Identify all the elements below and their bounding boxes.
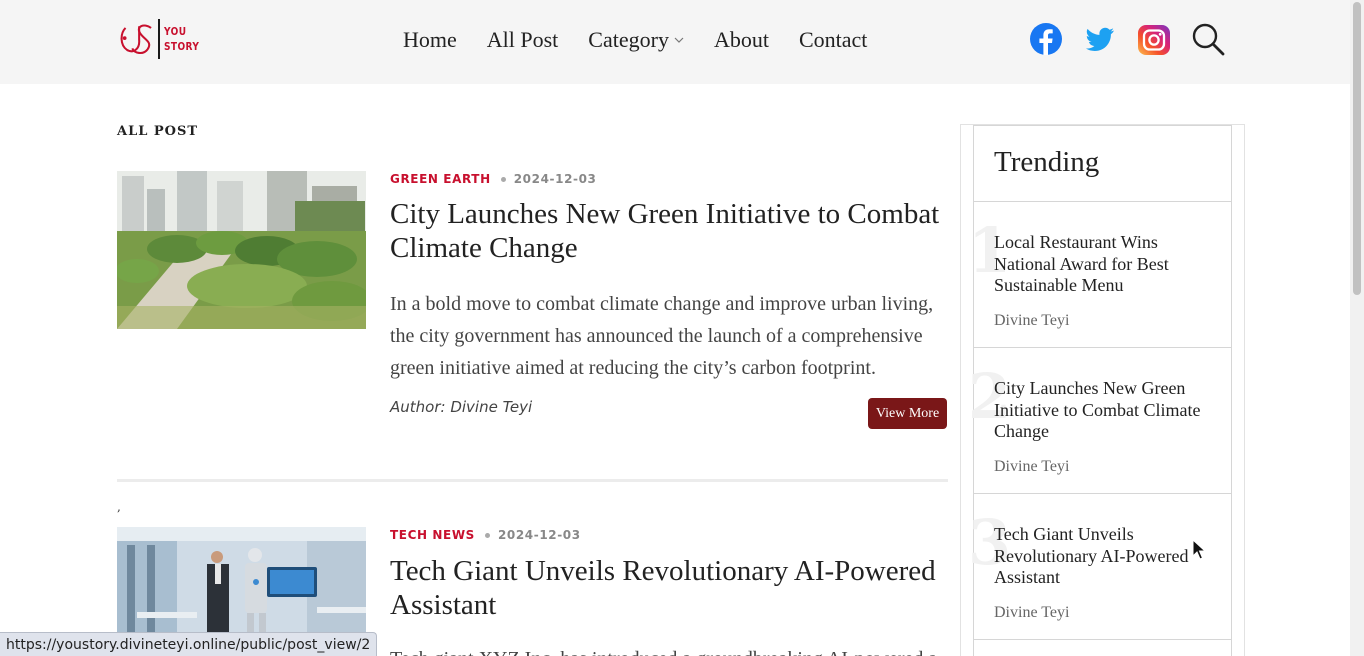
stray-mark: , <box>117 500 121 514</box>
view-more-button[interactable]: View More <box>868 398 947 429</box>
trending-title[interactable]: City Launches New Green Initiative to Co… <box>994 378 1209 443</box>
section-title: ALL POST <box>117 124 199 139</box>
post-category[interactable]: TECH NEWS <box>390 528 475 542</box>
trending-title[interactable]: Local Restaurant Wins National Award for… <box>994 232 1209 297</box>
nav-category[interactable]: Category <box>588 27 684 53</box>
meta-dot <box>484 532 490 538</box>
mouse-cursor-icon <box>1192 539 1206 560</box>
social-links <box>1029 22 1225 56</box>
twitter-icon[interactable] <box>1083 22 1117 56</box>
link-status-bar: https://youstory.divineteyi.online/publi… <box>0 632 378 656</box>
post-excerpt: Tech giant XYZ Inc. has introduced a gro… <box>390 643 935 656</box>
nav-category-label: Category <box>588 27 669 52</box>
post-author: Author: Divine Teyi <box>390 398 533 416</box>
post-thumbnail-ai-assistant[interactable] <box>117 527 366 637</box>
trending-author: Divine Teyi <box>994 458 1070 475</box>
trending-author: Divine Teyi <box>994 312 1070 329</box>
post-meta: GREEN EARTH 2024-12-03 <box>390 172 597 186</box>
post-excerpt: In a bold move to combat climate change … <box>390 293 934 379</box>
scrollbar-thumb[interactable] <box>1353 2 1361 295</box>
logo-divider <box>158 19 160 59</box>
trending-item[interactable]: 3 Tech Giant Unveils Revolutionary AI-Po… <box>968 494 1231 640</box>
facebook-icon[interactable] <box>1029 22 1063 56</box>
trending-item[interactable]: 2 City Launches New Green Initiative to … <box>968 348 1231 494</box>
page-scrollbar[interactable] <box>1350 0 1364 656</box>
nav-all-post[interactable]: All Post <box>487 27 559 53</box>
post-image-ai-assistant <box>117 527 366 637</box>
trending-sidebar: Trending 1 Local Restaurant Wins Nationa… <box>968 125 1232 656</box>
post-meta: TECH NEWS 2024-12-03 <box>390 528 581 542</box>
trending-title[interactable]: Tech Giant Unveils Revolutionary AI-Powe… <box>994 524 1209 589</box>
site-header: YOU STORY Home All Post Category About C… <box>0 0 1350 84</box>
search-icon[interactable] <box>1191 22 1225 56</box>
logo-monogram-icon <box>120 24 152 54</box>
post-category[interactable]: GREEN EARTH <box>390 172 491 186</box>
post-divider <box>117 479 948 482</box>
nav-home[interactable]: Home <box>403 27 457 53</box>
logo-text-you: YOU <box>163 25 187 38</box>
nav-contact[interactable]: Contact <box>799 27 867 53</box>
sidebar-title: Trending <box>974 126 1231 202</box>
post-date: 2024-12-03 <box>513 172 597 186</box>
logo-text-story: STORY <box>163 40 200 53</box>
post-thumbnail-green-city[interactable] <box>117 171 366 329</box>
trending-item[interactable]: 1 Local Restaurant Wins National Award f… <box>968 202 1231 348</box>
instagram-icon[interactable] <box>1137 22 1171 56</box>
post-date: 2024-12-03 <box>497 528 581 542</box>
post-title[interactable]: Tech Giant Unveils Revolutionary AI-Powe… <box>390 554 950 622</box>
trending-author: Divine Teyi <box>994 604 1070 621</box>
meta-dot <box>500 176 506 182</box>
main-nav: Home All Post Category About Contact <box>403 25 897 55</box>
chevron-down-icon <box>674 37 684 43</box>
post-title[interactable]: City Launches New Green Initiative to Co… <box>390 197 950 265</box>
site-logo[interactable]: YOU STORY <box>117 18 207 60</box>
post-image-green-city <box>117 171 366 329</box>
logo-text: YOU STORY <box>164 24 199 54</box>
nav-about[interactable]: About <box>714 27 769 53</box>
